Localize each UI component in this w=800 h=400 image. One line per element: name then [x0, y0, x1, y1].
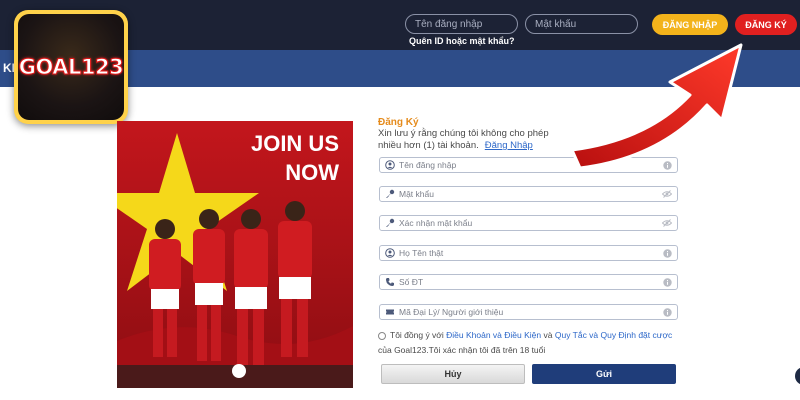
form-desc-text: nhiều hơn (1) tài khoản.: [378, 140, 479, 151]
banner-title-line1: JOIN US: [250, 131, 339, 156]
phone-input[interactable]: [399, 275, 654, 289]
password-field[interactable]: [379, 186, 678, 202]
logo-badge: GOAL123: [18, 14, 124, 120]
register-form-description: Xin lưu ý rằng chúng tôi không cho phép …: [378, 128, 678, 152]
key-icon: [384, 217, 395, 229]
login-button[interactable]: ĐĂNG NHẬP: [652, 14, 728, 35]
terms-agreement: Tôi đồng ý với Điều Khoản và Điều Kiện v…: [378, 328, 678, 358]
login-link[interactable]: Đăng Nhập: [485, 140, 533, 151]
info-icon: [662, 277, 672, 287]
eye-slash-icon[interactable]: [662, 189, 672, 199]
referral-code-field[interactable]: [379, 304, 678, 320]
user-icon: [384, 247, 395, 259]
register-button[interactable]: ĐĂNG KÝ: [735, 14, 797, 35]
referral-code-input[interactable]: [399, 305, 654, 319]
logo-text: GOAL123: [18, 55, 124, 80]
username-input[interactable]: [399, 158, 654, 172]
header-password-input[interactable]: [525, 14, 638, 34]
agree-prefix: Tôi đồng ý với: [390, 330, 444, 340]
agree-checkbox[interactable]: [378, 331, 386, 340]
full-name-input[interactable]: [399, 246, 654, 260]
forgot-password-link[interactable]: Quên ID hoặc mật khẩu?: [409, 36, 515, 46]
password-input[interactable]: [399, 187, 654, 201]
phone-field[interactable]: [379, 274, 678, 290]
eye-slash-icon[interactable]: [662, 218, 672, 228]
info-icon: [662, 160, 672, 170]
confirm-password-input[interactable]: [399, 216, 654, 230]
register-form-title: Đăng Ký: [378, 117, 419, 128]
agree-suffix: của Goal123.Tôi xác nhận tôi đã trên 18 …: [378, 345, 546, 355]
banner-title-line2: NOW: [285, 160, 339, 185]
floating-chat-button[interactable]: [795, 367, 800, 385]
submit-button[interactable]: Gửi: [532, 364, 676, 384]
info-icon: [662, 307, 672, 317]
header-username-input[interactable]: [405, 14, 518, 34]
confirm-password-field[interactable]: [379, 215, 678, 231]
user-icon: [384, 159, 395, 171]
banner-title: JOIN US NOW: [199, 129, 339, 187]
phone-icon: [384, 276, 395, 288]
rules-link[interactable]: Quy Tắc và Quy Định đặt cược: [555, 330, 672, 340]
agree-and: và: [543, 330, 553, 340]
full-name-field[interactable]: [379, 245, 678, 261]
info-icon: [662, 248, 672, 258]
key-icon: [384, 188, 395, 200]
username-field[interactable]: [379, 157, 678, 173]
goal123-logo[interactable]: GOAL123: [14, 10, 128, 124]
terms-link[interactable]: Điều Khoản và Điều Kiện: [446, 330, 541, 340]
form-desc-line2: nhiều hơn (1) tài khoản. Đăng Nhập: [378, 140, 678, 152]
form-desc-line1: Xin lưu ý rằng chúng tôi không cho phép: [378, 128, 549, 139]
ticket-icon: [384, 306, 395, 318]
cancel-button[interactable]: Hủy: [381, 364, 525, 384]
join-us-banner: JOIN US NOW: [117, 121, 353, 388]
